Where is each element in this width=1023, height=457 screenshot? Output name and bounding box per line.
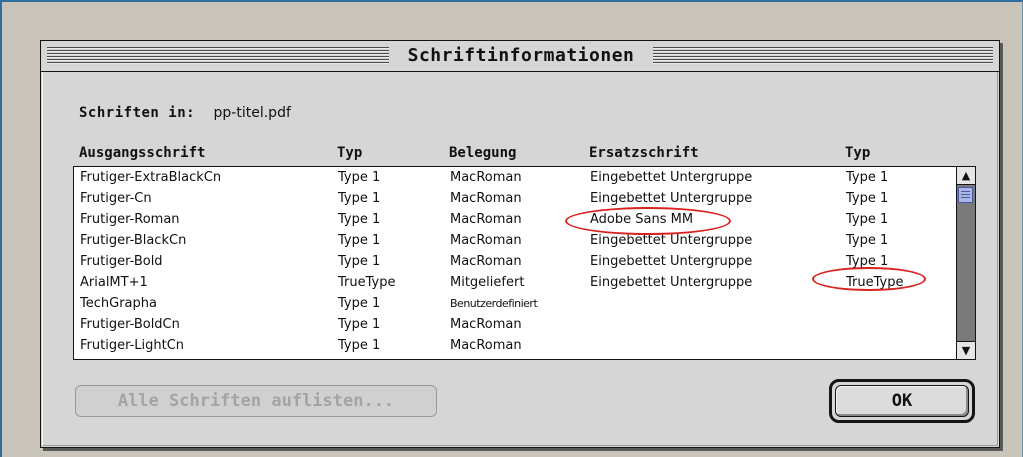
cell-type2: Type 1 xyxy=(846,212,889,227)
cell-font: TechGrapha xyxy=(80,296,157,311)
cell-encoding: MacRoman xyxy=(450,233,522,248)
vertical-scrollbar[interactable]: ▲ ▼ xyxy=(956,167,975,359)
title-bar-stripes-left xyxy=(47,47,389,65)
cell-type2: Type 1 xyxy=(846,170,889,185)
cell-substitute: Adobe Sans MM xyxy=(590,212,694,227)
cell-encoding: Benutzerdefiniert xyxy=(450,297,538,310)
scroll-thumb[interactable] xyxy=(958,187,973,203)
table-row[interactable]: Frutiger-BlackCn Type 1 MacRoman Eingebette… xyxy=(74,231,944,251)
table-row[interactable]: ArialMT+1 TrueType Mitgeliefert Eingebettet… xyxy=(74,273,944,293)
header-substitute: Ersatzschrift xyxy=(589,145,699,161)
table-row[interactable]: Frutiger-LightCn Type 1 MacRoman xyxy=(74,336,944,356)
cell-font: Frutiger-BoldCn xyxy=(80,317,180,332)
table-row[interactable]: Frutiger-Roman Type 1 MacRoman Adobe Sans M… xyxy=(74,210,944,230)
cell-type2: Type 1 xyxy=(846,233,889,248)
fonts-in-line: Schriften in: pp-titel.pdf xyxy=(79,105,291,121)
title-bar[interactable]: Schriftinformationen xyxy=(41,41,999,72)
cell-substitute: Eingebettet Untergruppe xyxy=(590,191,753,206)
cell-font: Frutiger-Bold xyxy=(80,254,163,269)
cell-encoding: MacRoman xyxy=(450,191,522,206)
cell-substitute: Eingebettet Untergruppe xyxy=(590,170,753,185)
header-encoding: Belegung xyxy=(449,145,517,161)
title-bar-stripes-right xyxy=(653,47,993,65)
cell-encoding: MacRoman xyxy=(450,170,522,185)
cell-font: ArialMT+1 xyxy=(80,275,148,290)
cell-encoding: MacRoman xyxy=(450,317,522,332)
table-row[interactable]: TechGrapha Type 1 Benutzerdefiniert xyxy=(74,294,944,314)
arrow-down-icon[interactable]: ▼ xyxy=(957,341,975,359)
cell-type: TrueType xyxy=(338,275,396,290)
cell-substitute: Eingebettet Untergruppe xyxy=(590,254,753,269)
cell-type: Type 1 xyxy=(338,212,381,227)
cell-type2: Type 1 xyxy=(846,191,889,206)
column-headers: Ausgangsschrift Typ Belegung Ersatzschri… xyxy=(79,145,939,163)
table-row[interactable]: Frutiger-Bold Type 1 MacRoman Eingebettet U… xyxy=(74,252,944,272)
font-info-dialog: Schriftinformationen Schriften in: pp-ti… xyxy=(40,40,1000,448)
header-type2: Typ xyxy=(845,145,871,161)
cell-font: Frutiger-Cn xyxy=(80,191,152,206)
table-row[interactable]: Frutiger-BoldCn Type 1 MacRoman xyxy=(74,315,944,335)
header-type: Typ xyxy=(337,145,363,161)
cell-type: Type 1 xyxy=(338,254,381,269)
cell-type2: Type 1 xyxy=(846,254,889,269)
dialog-title: Schriftinformationen xyxy=(407,45,635,66)
cell-substitute: Eingebettet Untergruppe xyxy=(590,275,753,290)
cell-encoding: MacRoman xyxy=(450,338,522,353)
ok-button-default-ring[interactable]: OK xyxy=(829,379,975,423)
cell-type: Type 1 xyxy=(338,170,381,185)
cell-type: Type 1 xyxy=(338,317,381,332)
cell-type: Type 1 xyxy=(338,296,381,311)
cell-type: Type 1 xyxy=(338,233,381,248)
ok-button[interactable]: OK xyxy=(835,385,969,417)
cell-font: Frutiger-Roman xyxy=(80,212,180,227)
table-row[interactable]: Frutiger-ExtraBlackCn Type 1 MacRoman Einge… xyxy=(74,168,944,188)
arrow-up-icon[interactable]: ▲ xyxy=(957,167,975,185)
cell-font: Frutiger-LightCn xyxy=(80,338,185,353)
file-name: pp-titel.pdf xyxy=(213,105,291,121)
cell-type: Type 1 xyxy=(338,338,381,353)
cell-type2: TrueType xyxy=(846,275,904,290)
header-source-font: Ausgangsschrift xyxy=(79,145,206,161)
cell-font: Frutiger-BlackCn xyxy=(80,233,187,248)
fonts-in-label: Schriften in: xyxy=(79,105,196,121)
cell-encoding: MacRoman xyxy=(450,212,522,227)
font-list[interactable]: Frutiger-LightCn Type 1 MacRoman Frutiger-B… xyxy=(73,166,976,360)
cell-font: Frutiger-ExtraBlackCn xyxy=(80,170,222,185)
table-row[interactable]: Frutiger-Cn Type 1 MacRoman Eingebettet Unt… xyxy=(74,189,944,209)
cell-substitute: Eingebettet Untergruppe xyxy=(590,233,753,248)
cell-type: Type 1 xyxy=(338,191,381,206)
list-all-fonts-button[interactable]: Alle Schriften auflisten... xyxy=(75,385,437,417)
cell-encoding: Mitgeliefert xyxy=(450,275,525,290)
cell-encoding: MacRoman xyxy=(450,254,522,269)
